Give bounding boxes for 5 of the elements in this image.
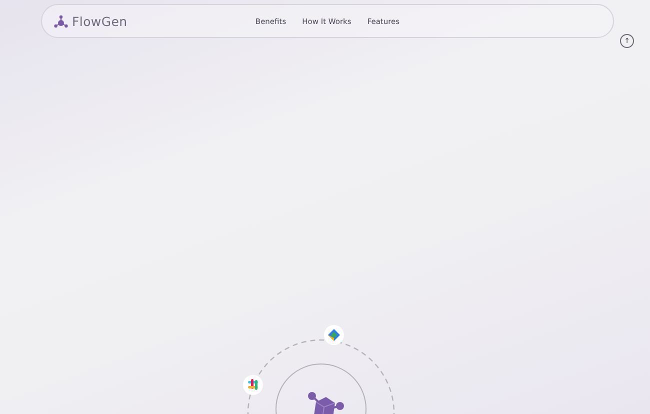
brand-name: FlowGen	[72, 14, 128, 28]
slack-icon	[242, 375, 262, 395]
integration-icon	[324, 325, 344, 345]
logo-icon	[54, 14, 68, 28]
cube-hub-icon	[308, 392, 344, 414]
